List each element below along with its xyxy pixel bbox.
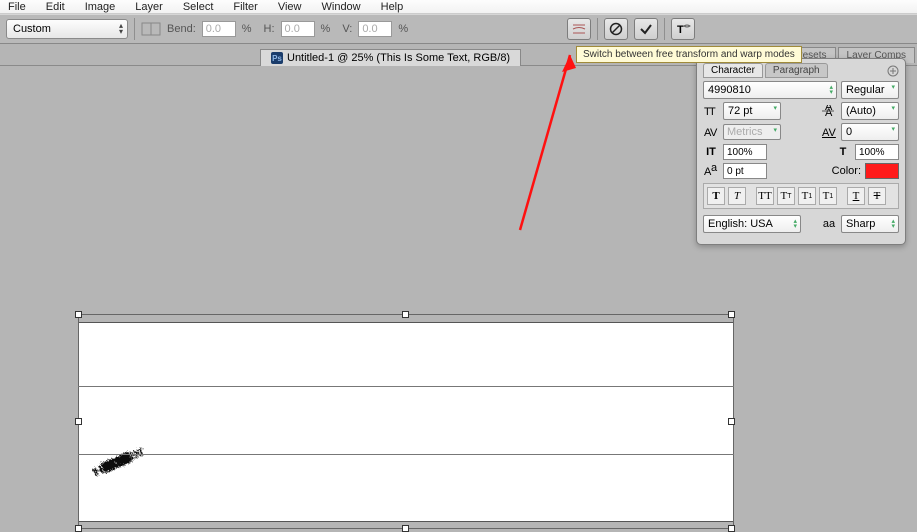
svg-text:AV: AV — [822, 127, 836, 138]
antialias-icon: aa — [821, 217, 837, 231]
leading-icon: AA — [821, 104, 837, 118]
menu-select[interactable]: Select — [183, 1, 214, 13]
font-family-select[interactable]: 4990810▴▾ — [703, 81, 837, 99]
menu-edit[interactable]: Edit — [46, 1, 65, 13]
orientation-icon[interactable] — [141, 22, 161, 36]
menu-help[interactable]: Help — [381, 1, 404, 13]
leading-input[interactable]: (Auto)▾ — [841, 102, 899, 120]
separator — [664, 18, 665, 40]
tracking-icon: AV — [821, 125, 837, 139]
v-input[interactable]: 0.0 — [358, 21, 392, 37]
transform-bounding-box[interactable] — [78, 314, 734, 529]
character-panel: Character Paragraph 4990810▴▾ Regular▾ T… — [696, 58, 906, 245]
commit-button[interactable] — [634, 18, 658, 40]
strikethrough-button[interactable]: T — [868, 187, 886, 205]
cancel-button[interactable] — [604, 18, 628, 40]
language-select[interactable]: English: USA▴▾ — [703, 215, 801, 233]
tab-paragraph[interactable]: Paragraph — [765, 63, 828, 78]
transform-handle[interactable] — [75, 418, 82, 425]
svg-text:T: T — [709, 106, 716, 117]
transform-handle[interactable] — [728, 418, 735, 425]
warp-style-select[interactable]: Custom▴▾ — [6, 19, 128, 39]
warp-mode-toggle-button[interactable] — [567, 18, 591, 40]
baseline-input[interactable]: 0 pt — [723, 163, 767, 179]
transform-handle[interactable] — [402, 311, 409, 318]
grid-line — [78, 454, 734, 455]
tab-character[interactable]: Character — [703, 63, 763, 78]
vscale-icon: IT — [703, 145, 719, 159]
italic-button[interactable]: T — [728, 187, 746, 205]
font-size-icon: TT — [703, 104, 719, 118]
kerning-input[interactable]: Metrics▾ — [723, 124, 781, 140]
grid-line — [78, 386, 734, 387]
transform-handle[interactable] — [75, 311, 82, 318]
separator — [597, 18, 598, 40]
h-input[interactable]: 0.0 — [281, 21, 315, 37]
transform-handle[interactable] — [402, 525, 409, 532]
menu-image[interactable]: Image — [85, 1, 116, 13]
bend-input[interactable]: 0.0 — [202, 21, 236, 37]
smallcaps-button[interactable]: TT — [777, 187, 795, 205]
transform-handle[interactable] — [75, 525, 82, 532]
menu-filter[interactable]: Filter — [233, 1, 257, 13]
separator — [134, 18, 135, 40]
kerning-icon: AV — [703, 125, 719, 139]
hscale-icon: T — [835, 145, 851, 159]
bend-label: Bend: — [167, 23, 196, 35]
warp-text-button[interactable]: T — [671, 18, 695, 40]
transform-handle[interactable] — [728, 311, 735, 318]
color-label: Color: — [832, 165, 861, 177]
ps-file-icon: Ps — [271, 52, 283, 64]
font-size-input[interactable]: 72 pt▾ — [723, 102, 781, 120]
transform-handle[interactable] — [728, 525, 735, 532]
menu-view[interactable]: View — [278, 1, 302, 13]
font-style-select[interactable]: Regular▾ — [841, 81, 899, 99]
menu-layer[interactable]: Layer — [135, 1, 163, 13]
antialias-select[interactable]: Sharp▴▾ — [841, 215, 899, 233]
bold-button[interactable]: T — [707, 187, 725, 205]
panel-menu-icon[interactable] — [885, 65, 901, 77]
allcaps-button[interactable]: TT — [756, 187, 774, 205]
annotation-arrow — [470, 50, 590, 250]
hscale-input[interactable]: 100% — [855, 144, 899, 160]
menu-window[interactable]: Window — [322, 1, 361, 13]
menu-file[interactable]: File — [8, 1, 26, 13]
tooltip: Switch between free transform and warp m… — [576, 46, 802, 63]
color-swatch[interactable] — [865, 163, 899, 179]
svg-text:T: T — [677, 24, 684, 36]
baseline-icon: Aa — [703, 164, 719, 178]
options-bar: Custom▴▾ Bend: 0.0 % H: 0.0 % V: 0.0 % T — [0, 14, 917, 44]
v-label: V: — [342, 23, 352, 35]
superscript-button[interactable]: T1 — [798, 187, 816, 205]
underline-button[interactable]: T — [847, 187, 865, 205]
vscale-input[interactable]: 100% — [723, 144, 767, 160]
svg-text:a: a — [711, 165, 718, 174]
subscript-button[interactable]: T1 — [819, 187, 837, 205]
tracking-input[interactable]: 0▾ — [841, 123, 899, 141]
type-style-buttons: T T TT TT T1 T1 T T — [703, 183, 899, 209]
h-label: H: — [264, 23, 275, 35]
menu-bar: File Edit Image Layer Select Filter View… — [0, 0, 917, 14]
svg-text:A: A — [825, 107, 833, 117]
svg-text:V: V — [710, 127, 718, 138]
